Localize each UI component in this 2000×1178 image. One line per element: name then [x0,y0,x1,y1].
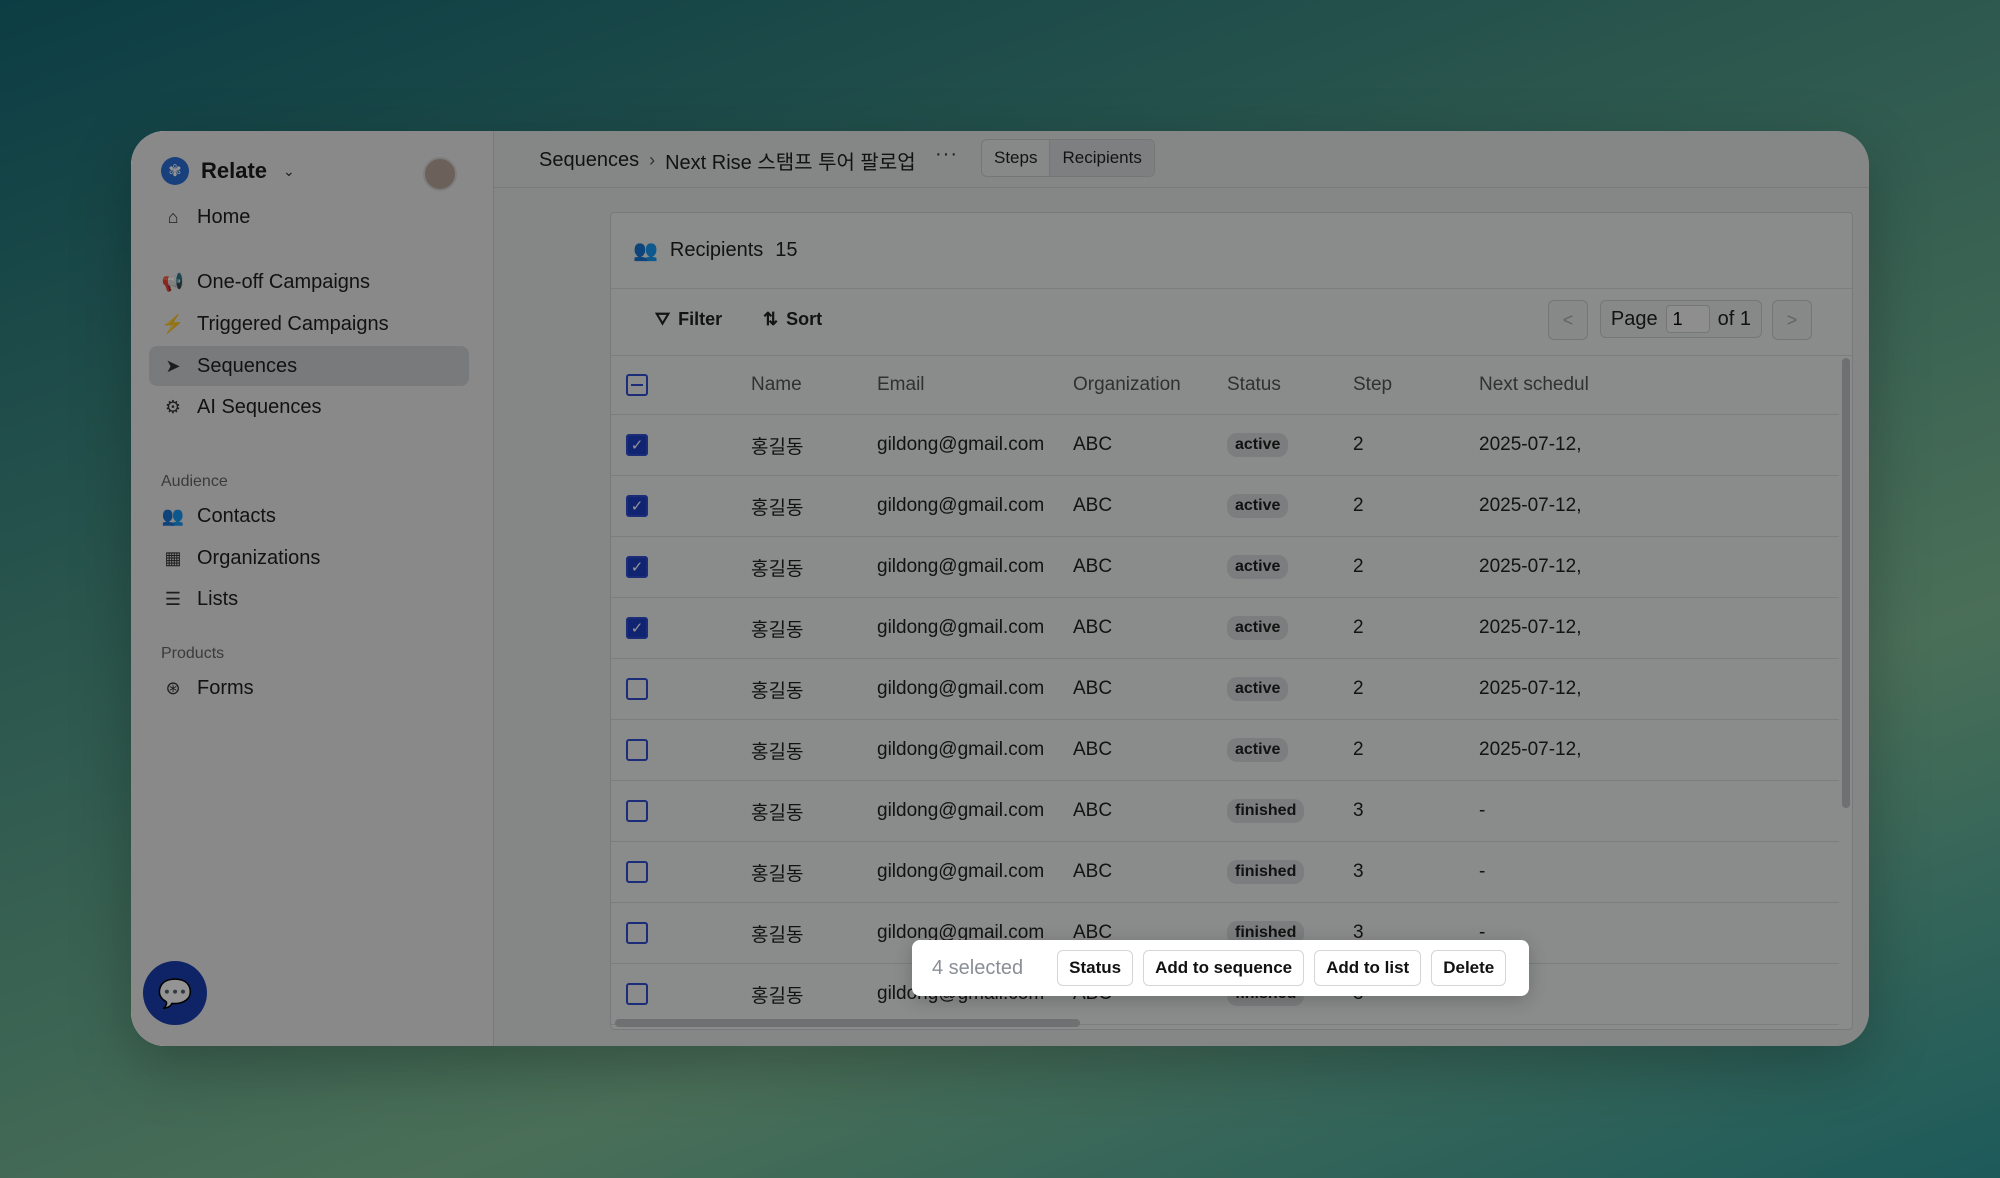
modal-dim-overlay [131,131,1869,1046]
add-to-sequence-button[interactable]: Add to sequence [1143,950,1305,986]
selected-count: 4 selected [932,956,1024,979]
add-to-list-button[interactable]: Add to list [1314,950,1422,986]
delete-button[interactable]: Delete [1431,950,1507,986]
status-action-button[interactable]: Status [1057,950,1134,986]
selection-action-bar: 4 selected Status Add to sequence Add to… [912,940,1529,996]
app-window: ✾ Relate ⌄ ⌂ Home 📢 One-off Campaigns ⚡ … [131,131,1869,1046]
